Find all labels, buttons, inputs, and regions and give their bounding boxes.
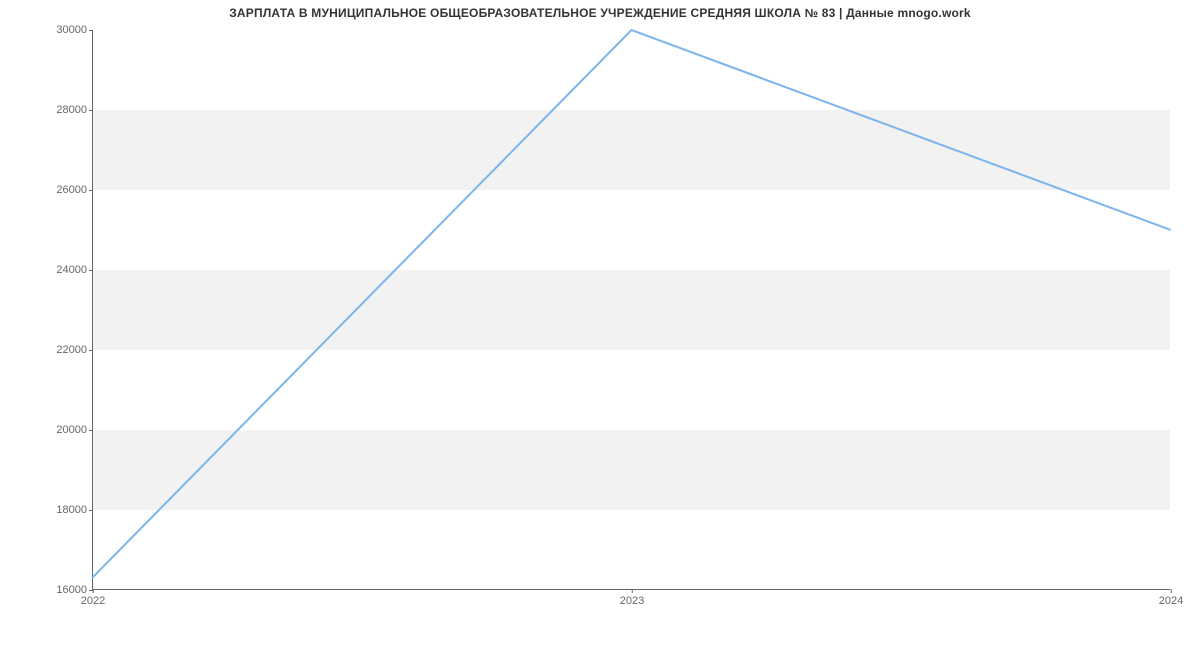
y-tick-label: 24000 bbox=[56, 264, 87, 276]
x-tick-label: 2024 bbox=[1159, 595, 1183, 607]
x-tick-label: 2023 bbox=[620, 595, 644, 607]
plot-area[interactable]: 1600018000200002200024000260002800030000… bbox=[92, 30, 1170, 590]
salary-line-chart: ЗАРПЛАТА В МУНИЦИПАЛЬНОЕ ОБЩЕОБРАЗОВАТЕЛ… bbox=[0, 0, 1200, 650]
x-tick-label: 2022 bbox=[81, 595, 105, 607]
y-tick-label: 22000 bbox=[56, 344, 87, 356]
y-tick-label: 28000 bbox=[56, 104, 87, 116]
salary-series-line[interactable] bbox=[93, 30, 1170, 577]
chart-title: ЗАРПЛАТА В МУНИЦИПАЛЬНОЕ ОБЩЕОБРАЗОВАТЕЛ… bbox=[0, 6, 1200, 20]
y-tick-label: 30000 bbox=[56, 24, 87, 36]
series-layer bbox=[93, 30, 1170, 589]
y-tick-label: 20000 bbox=[56, 424, 87, 436]
y-tick-label: 18000 bbox=[56, 504, 87, 516]
y-tick-label: 26000 bbox=[56, 184, 87, 196]
